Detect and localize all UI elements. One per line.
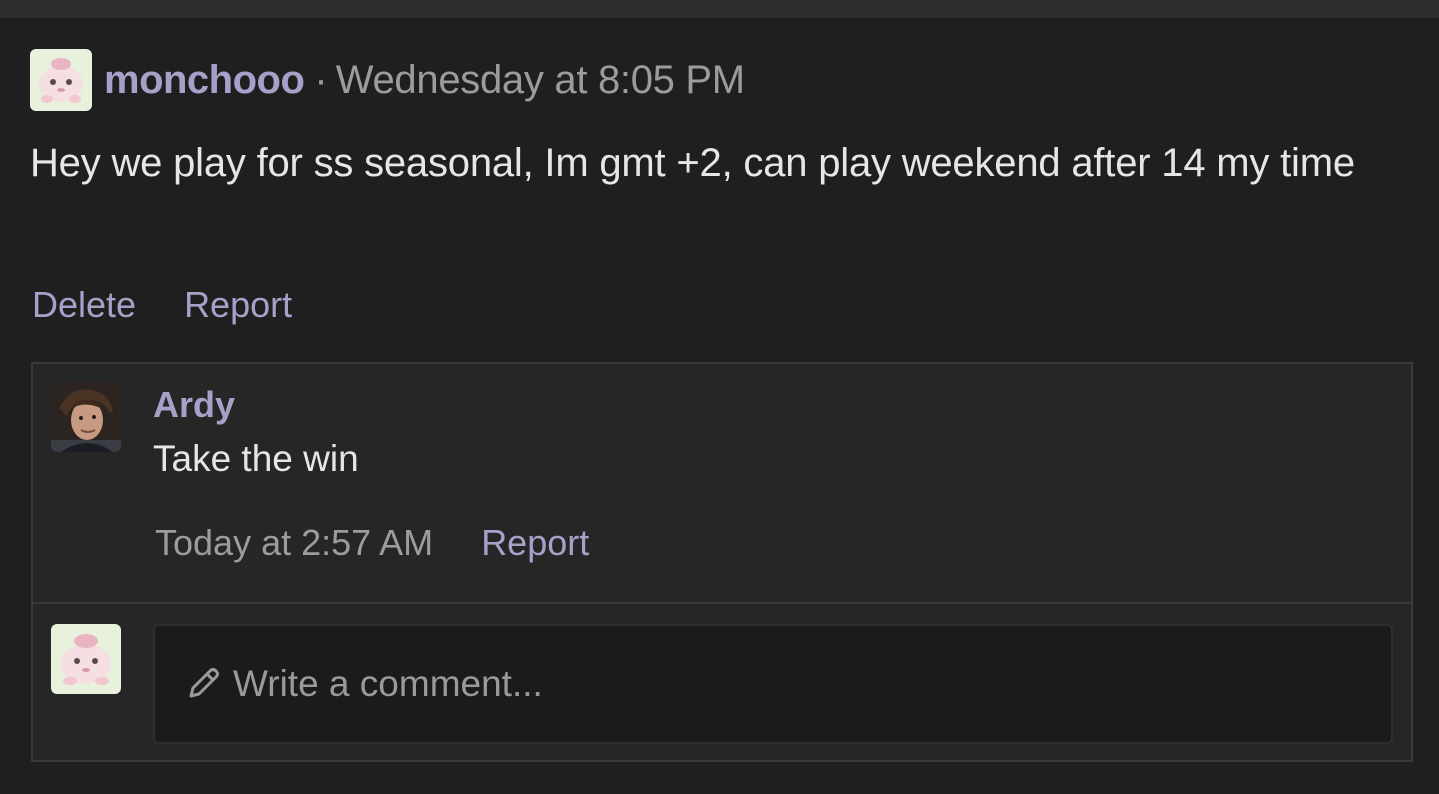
comment-input[interactable]: Write a comment... [153,624,1393,744]
profile-post: monchooo · Wednesday at 8:05 PM Hey we p… [0,18,1439,794]
person-avatar-icon [51,382,121,452]
pencil-icon [189,668,219,698]
post-body: Hey we play for ss seasonal, Im gmt +2, … [30,141,1355,185]
top-bar [0,0,1439,18]
comments-section: Ardy Take the win Today at 2:57 AM Repor… [31,362,1413,762]
comment-item: Ardy Take the win Today at 2:57 AM Repor… [33,364,1411,602]
comment-author-name[interactable]: Ardy [153,384,235,426]
creature-avatar-icon [30,49,92,111]
meta-separator: · [314,57,328,102]
reply-row: Write a comment... [33,604,1411,760]
post-timestamp[interactable]: Wednesday at 8:05 PM [336,58,745,103]
delete-button[interactable]: Delete [32,284,136,326]
comment-meta: Today at 2:57 AM Report [155,522,589,564]
post-actions: Delete Report [32,284,292,326]
comment-report-button[interactable]: Report [481,522,589,564]
comment-timestamp[interactable]: Today at 2:57 AM [155,522,433,564]
post-author-name[interactable]: monchooo [104,58,305,103]
comment-input-placeholder: Write a comment... [233,663,543,704]
post-header: monchooo · Wednesday at 8:05 PM [30,48,745,112]
creature-avatar-icon [51,624,121,694]
report-button[interactable]: Report [184,284,292,326]
commenter-avatar[interactable] [51,382,121,452]
comment-text: Take the win [153,438,359,479]
current-user-avatar[interactable] [51,624,121,694]
author-avatar[interactable] [30,49,92,111]
